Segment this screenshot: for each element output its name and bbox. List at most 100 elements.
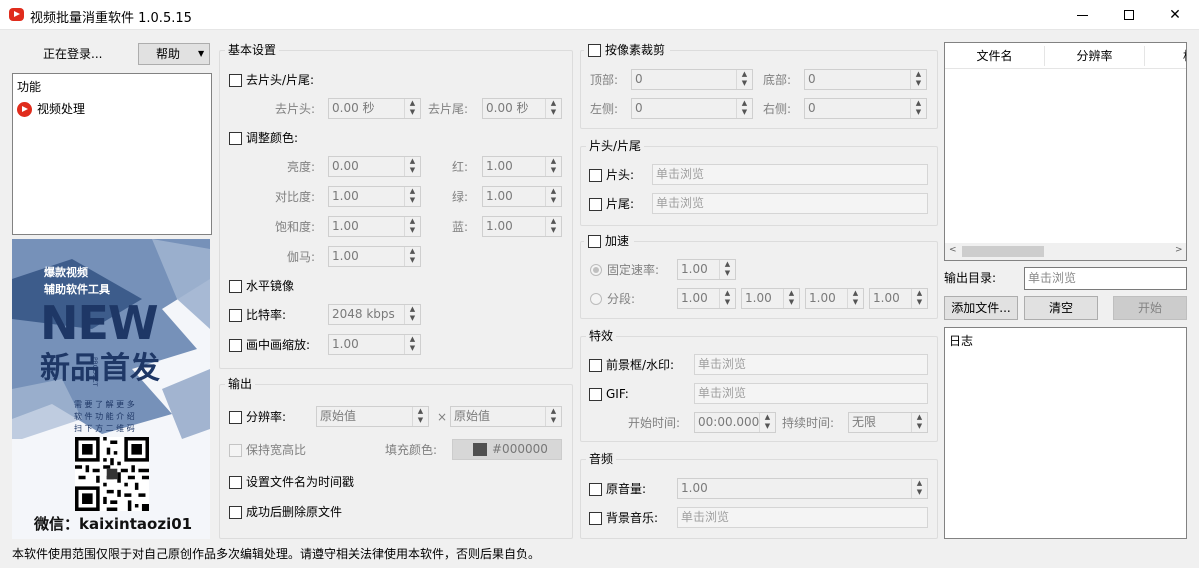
- segment-spinbox-2[interactable]: 1.00 ▲ ▼: [741, 288, 800, 309]
- delete-source-checkbox[interactable]: [229, 506, 242, 519]
- resolution-checkbox[interactable]: [229, 411, 242, 424]
- maximize-button[interactable]: [1106, 0, 1152, 30]
- trim-checkbox[interactable]: [229, 74, 242, 87]
- spin-arrows-icon[interactable]: ▲ ▼: [719, 289, 735, 308]
- clear-button[interactable]: 清空: [1024, 296, 1098, 320]
- spin-arrows-icon[interactable]: ▲ ▼: [736, 70, 752, 89]
- spin-arrows-icon[interactable]: ▲ ▼: [911, 479, 927, 498]
- gif-checkbox[interactable]: [589, 388, 602, 401]
- spin-arrows-icon[interactable]: ▲ ▼: [545, 217, 561, 236]
- column-header-format[interactable]: 格式: [1145, 46, 1186, 66]
- horizontal-scrollbar[interactable]: < >: [945, 243, 1186, 260]
- spin-arrows-icon[interactable]: ▲ ▼: [736, 99, 752, 118]
- width-spinbox[interactable]: 原始值 ▲ ▼: [316, 406, 429, 427]
- spin-arrows-icon[interactable]: ▲ ▼: [412, 407, 428, 426]
- original-volume-checkbox[interactable]: [589, 483, 602, 496]
- spin-arrows-icon[interactable]: ▲ ▼: [404, 187, 420, 206]
- crop-right-label: 右侧:: [763, 102, 792, 116]
- help-button[interactable]: 帮助 ▼: [138, 43, 210, 65]
- tree-item-video-processing[interactable]: 视频处理: [37, 99, 85, 119]
- spin-arrows-icon[interactable]: ▲ ▼: [404, 305, 420, 324]
- duration-spinbox[interactable]: 无限 ▲ ▼: [848, 412, 928, 433]
- column-header-filename[interactable]: 文件名: [945, 46, 1045, 66]
- gamma-spinbox[interactable]: 1.00 ▲ ▼: [328, 246, 421, 267]
- spin-arrows-icon[interactable]: ▲ ▼: [783, 289, 799, 308]
- start-button[interactable]: 开始: [1113, 296, 1187, 320]
- ad-banner[interactable]: 爆款视频 辅助软件工具 NEW 新品首发 PRODUCT 需 要 了 解 更 多…: [12, 239, 210, 539]
- crop-bottom-spinbox[interactable]: 0 ▲ ▼: [804, 69, 927, 90]
- pip-checkbox[interactable]: [229, 339, 242, 352]
- color-checkbox[interactable]: [229, 132, 242, 145]
- spin-arrows-icon[interactable]: ▲ ▼: [545, 407, 561, 426]
- scrollbar-thumb[interactable]: [962, 246, 1044, 257]
- minimize-button[interactable]: [1060, 0, 1106, 30]
- spin-arrows-icon[interactable]: ▲ ▼: [910, 99, 926, 118]
- file-list-table[interactable]: 文件名 分辨率 格式 < >: [944, 42, 1187, 261]
- effects-title: 特效: [586, 329, 617, 343]
- spin-arrows-icon[interactable]: ▲ ▼: [404, 247, 420, 266]
- mirror-checkbox[interactable]: [229, 280, 242, 293]
- trim-tail-spinbox[interactable]: 0.00 秒 ▲ ▼: [482, 98, 562, 119]
- start-time-spinbox[interactable]: 00:00.000 ▲ ▼: [694, 412, 776, 433]
- watermark-checkbox[interactable]: [589, 359, 602, 372]
- bgm-checkbox[interactable]: [589, 512, 602, 525]
- add-files-button[interactable]: 添加文件...: [944, 296, 1018, 320]
- spin-arrows-icon[interactable]: ▲ ▼: [404, 335, 420, 354]
- spin-arrows-icon[interactable]: ▲ ▼: [911, 413, 927, 432]
- color-swatch: [473, 443, 487, 456]
- spin-arrows-icon[interactable]: ▲ ▼: [404, 157, 420, 176]
- spin-arrows-icon[interactable]: ▲ ▼: [911, 289, 927, 308]
- red-spinbox[interactable]: 1.00 ▲ ▼: [482, 156, 562, 177]
- crop-left-spinbox[interactable]: 0 ▲ ▼: [631, 98, 753, 119]
- timestamp-checkbox[interactable]: [229, 476, 242, 489]
- height-spinbox[interactable]: 原始值 ▲ ▼: [450, 406, 562, 427]
- green-spinbox[interactable]: 1.00 ▲ ▼: [482, 186, 562, 207]
- fill-color-button[interactable]: #000000: [452, 439, 562, 460]
- feature-tree[interactable]: 功能 视频处理: [12, 73, 212, 235]
- speed-checkbox[interactable]: [588, 235, 601, 248]
- segment-spinbox-3[interactable]: 1.00 ▲ ▼: [805, 288, 864, 309]
- spin-arrows-icon[interactable]: ▲ ▼: [847, 289, 863, 308]
- gif-browse-field[interactable]: 单击浏览: [694, 383, 928, 404]
- close-button[interactable]: ✕: [1152, 0, 1198, 30]
- column-header-resolution[interactable]: 分辨率: [1045, 46, 1145, 66]
- spin-arrows-icon[interactable]: ▲ ▼: [404, 217, 420, 236]
- contrast-spinbox[interactable]: 1.00 ▲ ▼: [328, 186, 421, 207]
- outro-browse-field[interactable]: 单击浏览: [652, 193, 928, 214]
- spin-arrows-icon[interactable]: ▲ ▼: [759, 413, 775, 432]
- saturation-spinbox[interactable]: 1.00 ▲ ▼: [328, 216, 421, 237]
- keep-ratio-checkbox[interactable]: [229, 444, 242, 457]
- trim-head-spinbox[interactable]: 0.00 秒 ▲ ▼: [328, 98, 421, 119]
- intro-browse-field[interactable]: 单击浏览: [652, 164, 928, 185]
- spin-arrows-icon[interactable]: ▲ ▼: [404, 99, 420, 118]
- output-dir-field[interactable]: 单击浏览: [1024, 267, 1187, 290]
- brightness-spinbox[interactable]: 0.00 ▲ ▼: [328, 156, 421, 177]
- spin-arrows-icon[interactable]: ▲ ▼: [545, 157, 561, 176]
- fixed-rate-value: 1.00: [681, 262, 708, 276]
- intro-checkbox[interactable]: [589, 169, 602, 182]
- outro-checkbox[interactable]: [589, 198, 602, 211]
- pip-spinbox[interactable]: 1.00 ▲ ▼: [328, 334, 421, 355]
- spin-arrows-icon[interactable]: ▲ ▼: [545, 99, 561, 118]
- original-volume-spinbox[interactable]: 1.00 ▲ ▼: [677, 478, 928, 499]
- segment-spinbox-1[interactable]: 1.00 ▲ ▼: [677, 288, 736, 309]
- spin-arrows-icon[interactable]: ▲ ▼: [719, 260, 735, 279]
- bitrate-checkbox[interactable]: [229, 309, 242, 322]
- spin-arrows-icon[interactable]: ▲ ▼: [545, 187, 561, 206]
- scroll-left-icon[interactable]: <: [949, 245, 957, 255]
- blue-spinbox[interactable]: 1.00 ▲ ▼: [482, 216, 562, 237]
- segment-spinbox-4[interactable]: 1.00 ▲ ▼: [869, 288, 928, 309]
- crop-right-spinbox[interactable]: 0 ▲ ▼: [804, 98, 927, 119]
- bitrate-spinbox[interactable]: 2048 kbps ▲ ▼: [328, 304, 421, 325]
- watermark-browse-field[interactable]: 单击浏览: [694, 354, 928, 375]
- segment-radio[interactable]: [590, 293, 602, 305]
- fixed-rate-radio[interactable]: [590, 264, 602, 276]
- fixed-rate-label: 固定速率:: [607, 263, 660, 277]
- bgm-browse-field[interactable]: 单击浏览: [677, 507, 928, 528]
- log-panel[interactable]: 日志: [944, 327, 1187, 539]
- crop-top-spinbox[interactable]: 0 ▲ ▼: [631, 69, 753, 90]
- spin-arrows-icon[interactable]: ▲ ▼: [910, 70, 926, 89]
- crop-checkbox[interactable]: [588, 44, 601, 57]
- scroll-right-icon[interactable]: >: [1175, 245, 1183, 255]
- fixed-rate-spinbox[interactable]: 1.00 ▲ ▼: [677, 259, 736, 280]
